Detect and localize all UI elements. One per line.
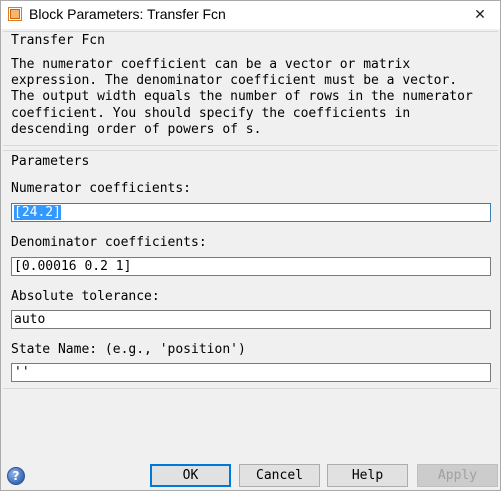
description-line: expression. The denominator coefficient …	[11, 73, 458, 89]
simulink-block-icon	[8, 7, 22, 21]
numerator-field[interactable]: [24.2]	[11, 203, 491, 222]
apply-button-label: Apply	[437, 468, 478, 483]
help-icon[interactable]: ?	[7, 467, 25, 485]
cancel-button[interactable]: Cancel	[239, 464, 320, 487]
description-group: Transfer Fcn The numerator coefficient c…	[3, 31, 498, 146]
apply-button[interactable]: Apply	[417, 464, 498, 487]
description-line: The numerator coefficient can be a vecto…	[11, 57, 411, 72]
state-name-value: ''	[14, 365, 30, 380]
parameters-group-label: Parameters	[11, 154, 90, 169]
denominator-label: Denominator coefficients:	[11, 235, 207, 250]
absolute-tolerance-value: auto	[14, 312, 46, 327]
ok-button[interactable]: OK	[150, 464, 231, 487]
description-line: descending order of powers of s.	[11, 121, 262, 137]
description-group-label: Transfer Fcn	[11, 33, 105, 48]
close-icon: ✕	[474, 7, 486, 23]
title-bar[interactable]: Block Parameters: Transfer Fcn ✕	[1, 1, 500, 29]
help-button[interactable]: Help	[327, 464, 408, 487]
numerator-label: Numerator coefficients:	[11, 181, 192, 196]
button-bar: ? OK Cancel Help Apply	[1, 459, 500, 490]
parameters-group: Parameters Numerator coefficients: [24.2…	[3, 150, 498, 389]
window-title: Block Parameters: Transfer Fcn	[29, 6, 226, 22]
ok-button-label: OK	[182, 468, 199, 483]
description-line: The output width equals the number of ro…	[11, 89, 473, 105]
help-button-label: Help	[351, 468, 384, 483]
numerator-value: [24.2]	[14, 205, 61, 220]
denominator-value: [0.00016 0.2 1]	[14, 259, 132, 274]
block-parameters-dialog: Block Parameters: Transfer Fcn ✕ Transfe…	[0, 0, 501, 491]
absolute-tolerance-field[interactable]: auto	[11, 310, 491, 329]
description-line: coefficient. You should specify the coef…	[11, 105, 411, 121]
close-button[interactable]: ✕	[460, 1, 500, 29]
absolute-tolerance-label: Absolute tolerance:	[11, 289, 160, 304]
denominator-field[interactable]: [0.00016 0.2 1]	[11, 257, 491, 276]
state-name-label: State Name: (e.g., 'position')	[11, 342, 246, 357]
cancel-button-label: Cancel	[256, 468, 303, 483]
description-text: The numerator coefficient can be a vecto…	[11, 57, 496, 138]
state-name-field[interactable]: ''	[11, 363, 491, 382]
